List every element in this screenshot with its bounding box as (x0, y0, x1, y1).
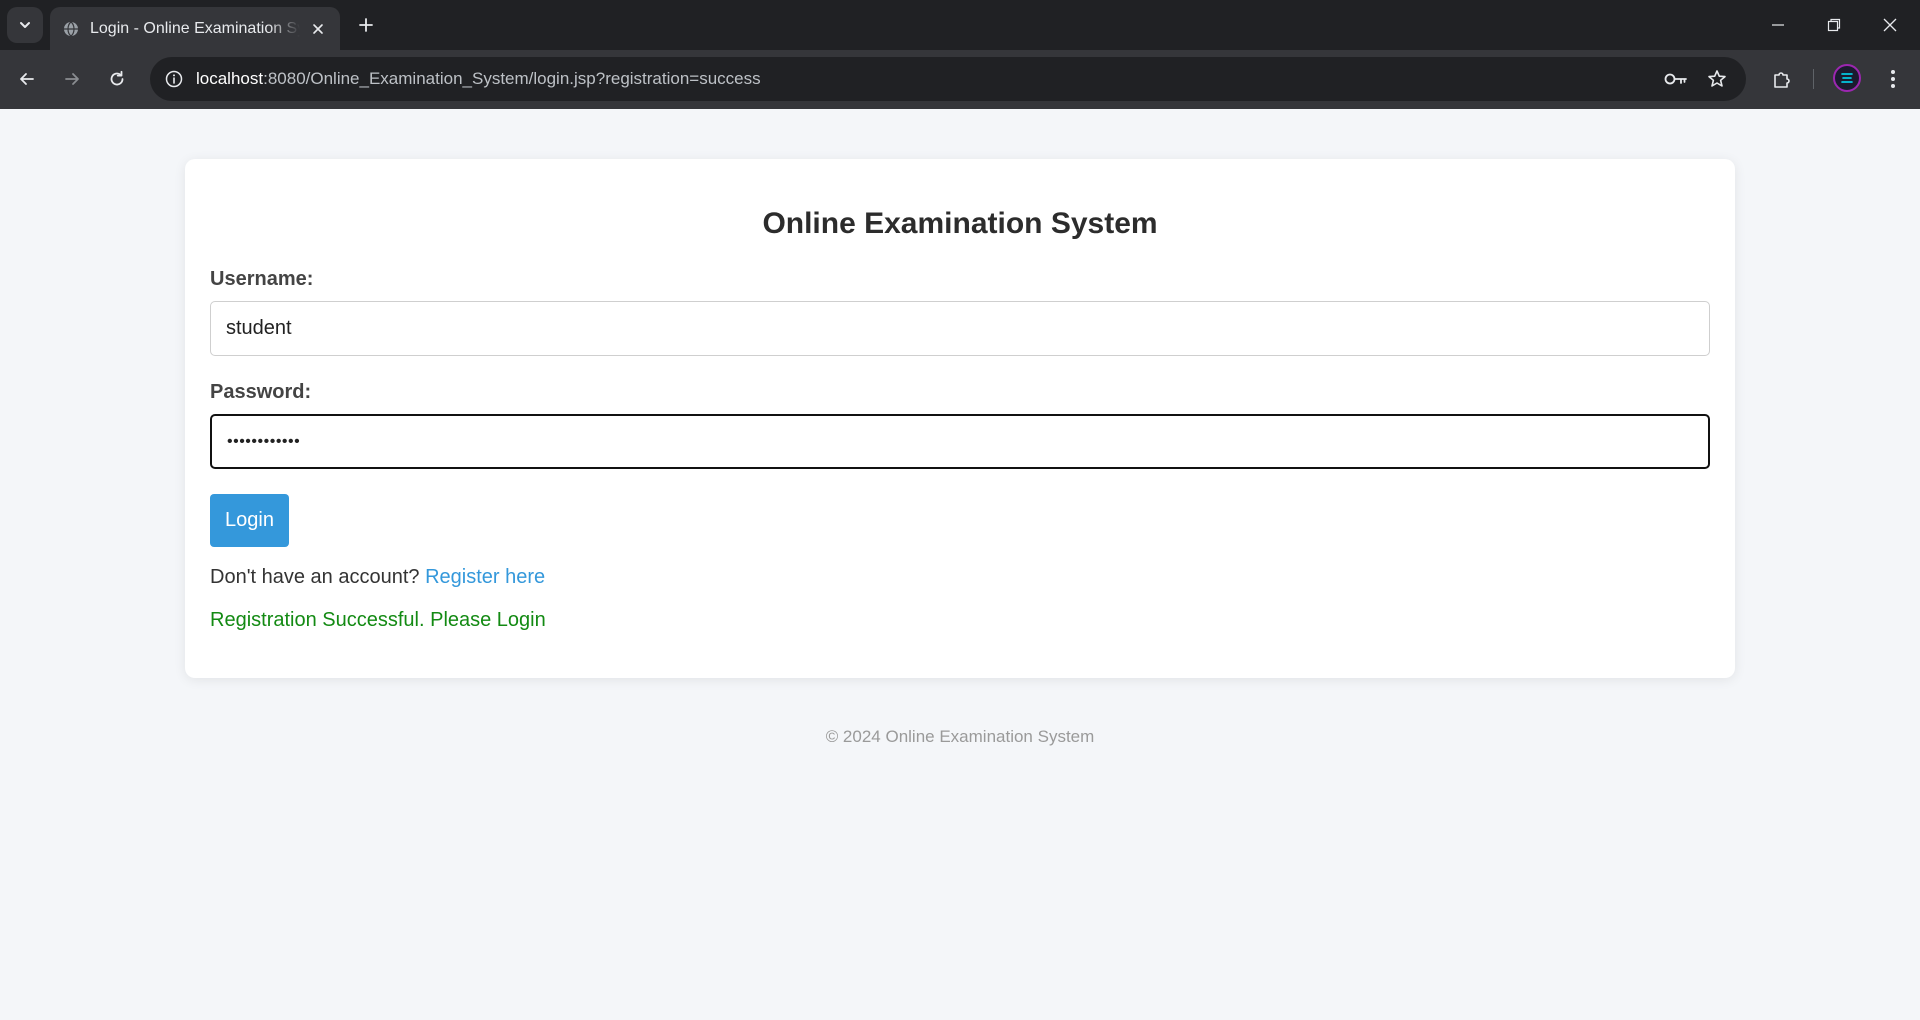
bookmark-button[interactable] (1703, 65, 1731, 93)
register-prompt: Don't have an account? (210, 566, 420, 588)
minimize-button[interactable] (1750, 0, 1806, 50)
url-path: :8080/Online_Examination_System/login.js… (263, 69, 761, 88)
puzzle-icon (1774, 72, 1790, 88)
browser-tab-bar: Login - Online Examination System (0, 0, 1920, 50)
address-bar[interactable]: localhost:8080/Online_Examination_System… (150, 57, 1746, 101)
toolbar-divider (1813, 69, 1814, 89)
back-button[interactable] (11, 63, 43, 95)
page-title: Online Examination System (762, 207, 1158, 240)
reload-icon (110, 70, 124, 86)
arrow-right-icon (65, 73, 79, 85)
chevron-down-icon (20, 22, 30, 28)
star-icon (1708, 70, 1726, 87)
minimize-icon (1772, 24, 1784, 26)
browser-menu-button[interactable] (1878, 64, 1908, 94)
username-input[interactable]: student (210, 301, 1710, 356)
password-label: Password: (210, 381, 312, 403)
profile-icon (1841, 73, 1853, 83)
registration-success-message: Registration Successful. Please Login (210, 609, 546, 631)
close-icon (1883, 18, 1897, 32)
more-vertical-icon (1891, 70, 1895, 88)
reload-button[interactable] (101, 63, 133, 95)
tab-close-icon[interactable] (308, 19, 328, 39)
browser-toolbar: localhost:8080/Online_Examination_System… (0, 50, 1920, 109)
username-value: student (226, 317, 292, 339)
url-host: localhost (196, 69, 264, 88)
extensions-button[interactable] (1767, 64, 1797, 94)
url-text[interactable]: localhost:8080/Online_Examination_System… (196, 69, 761, 89)
key-icon (1664, 73, 1687, 85)
restore-icon (1827, 18, 1841, 32)
login-button[interactable]: Login (210, 494, 289, 547)
password-input[interactable]: •••••••••••• (210, 414, 1710, 469)
page-footer: © 2024 Online Examination System (825, 727, 1095, 746)
restore-button[interactable] (1806, 0, 1862, 50)
tab-search-button[interactable] (7, 7, 43, 43)
tab-title: Login - Online Examination System (90, 19, 300, 37)
new-tab-button[interactable] (352, 11, 380, 39)
arrow-left-icon (20, 73, 34, 85)
login-card: Online Examination System Username: stud… (185, 159, 1735, 678)
username-label: Username: (210, 268, 314, 290)
forward-button[interactable] (56, 63, 88, 95)
password-masked-value: •••••••••••• (227, 432, 301, 450)
plus-icon (359, 18, 373, 32)
password-key-button[interactable] (1662, 65, 1690, 93)
site-info-button[interactable] (160, 65, 188, 93)
browser-tab-active[interactable]: Login - Online Examination System (50, 7, 340, 50)
profile-avatar[interactable] (1833, 64, 1861, 92)
close-window-button[interactable] (1862, 0, 1918, 50)
info-icon (165, 70, 183, 88)
register-link[interactable]: Register here (425, 566, 545, 588)
register-prompt-line: Don't have an account? Register here (210, 566, 545, 589)
globe-icon (62, 20, 80, 38)
